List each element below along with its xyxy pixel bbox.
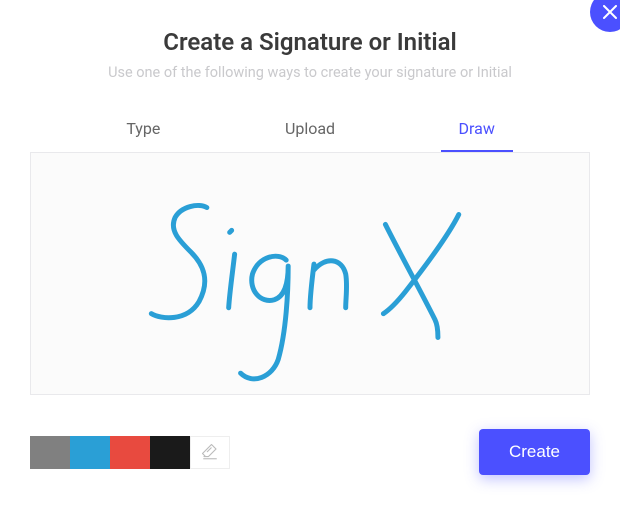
tab-draw[interactable]: Draw	[393, 109, 560, 152]
create-button[interactable]: Create	[479, 429, 590, 475]
swatch-gray[interactable]	[30, 436, 70, 469]
modal-subtitle: Use one of the following ways to create …	[30, 64, 590, 81]
modal-title: Create a Signature or Initial	[30, 28, 590, 56]
eraser-button[interactable]	[190, 436, 230, 469]
eraser-icon	[201, 443, 219, 461]
swatch-black[interactable]	[150, 436, 190, 469]
tabs: Type Upload Draw	[60, 109, 560, 152]
signature-drawing	[31, 153, 589, 394]
tab-upload[interactable]: Upload	[227, 109, 394, 152]
color-swatches	[30, 436, 230, 469]
swatch-blue[interactable]	[70, 436, 110, 469]
close-icon	[603, 5, 617, 19]
tab-type[interactable]: Type	[60, 109, 227, 152]
swatch-red[interactable]	[110, 436, 150, 469]
draw-canvas[interactable]	[30, 152, 590, 395]
